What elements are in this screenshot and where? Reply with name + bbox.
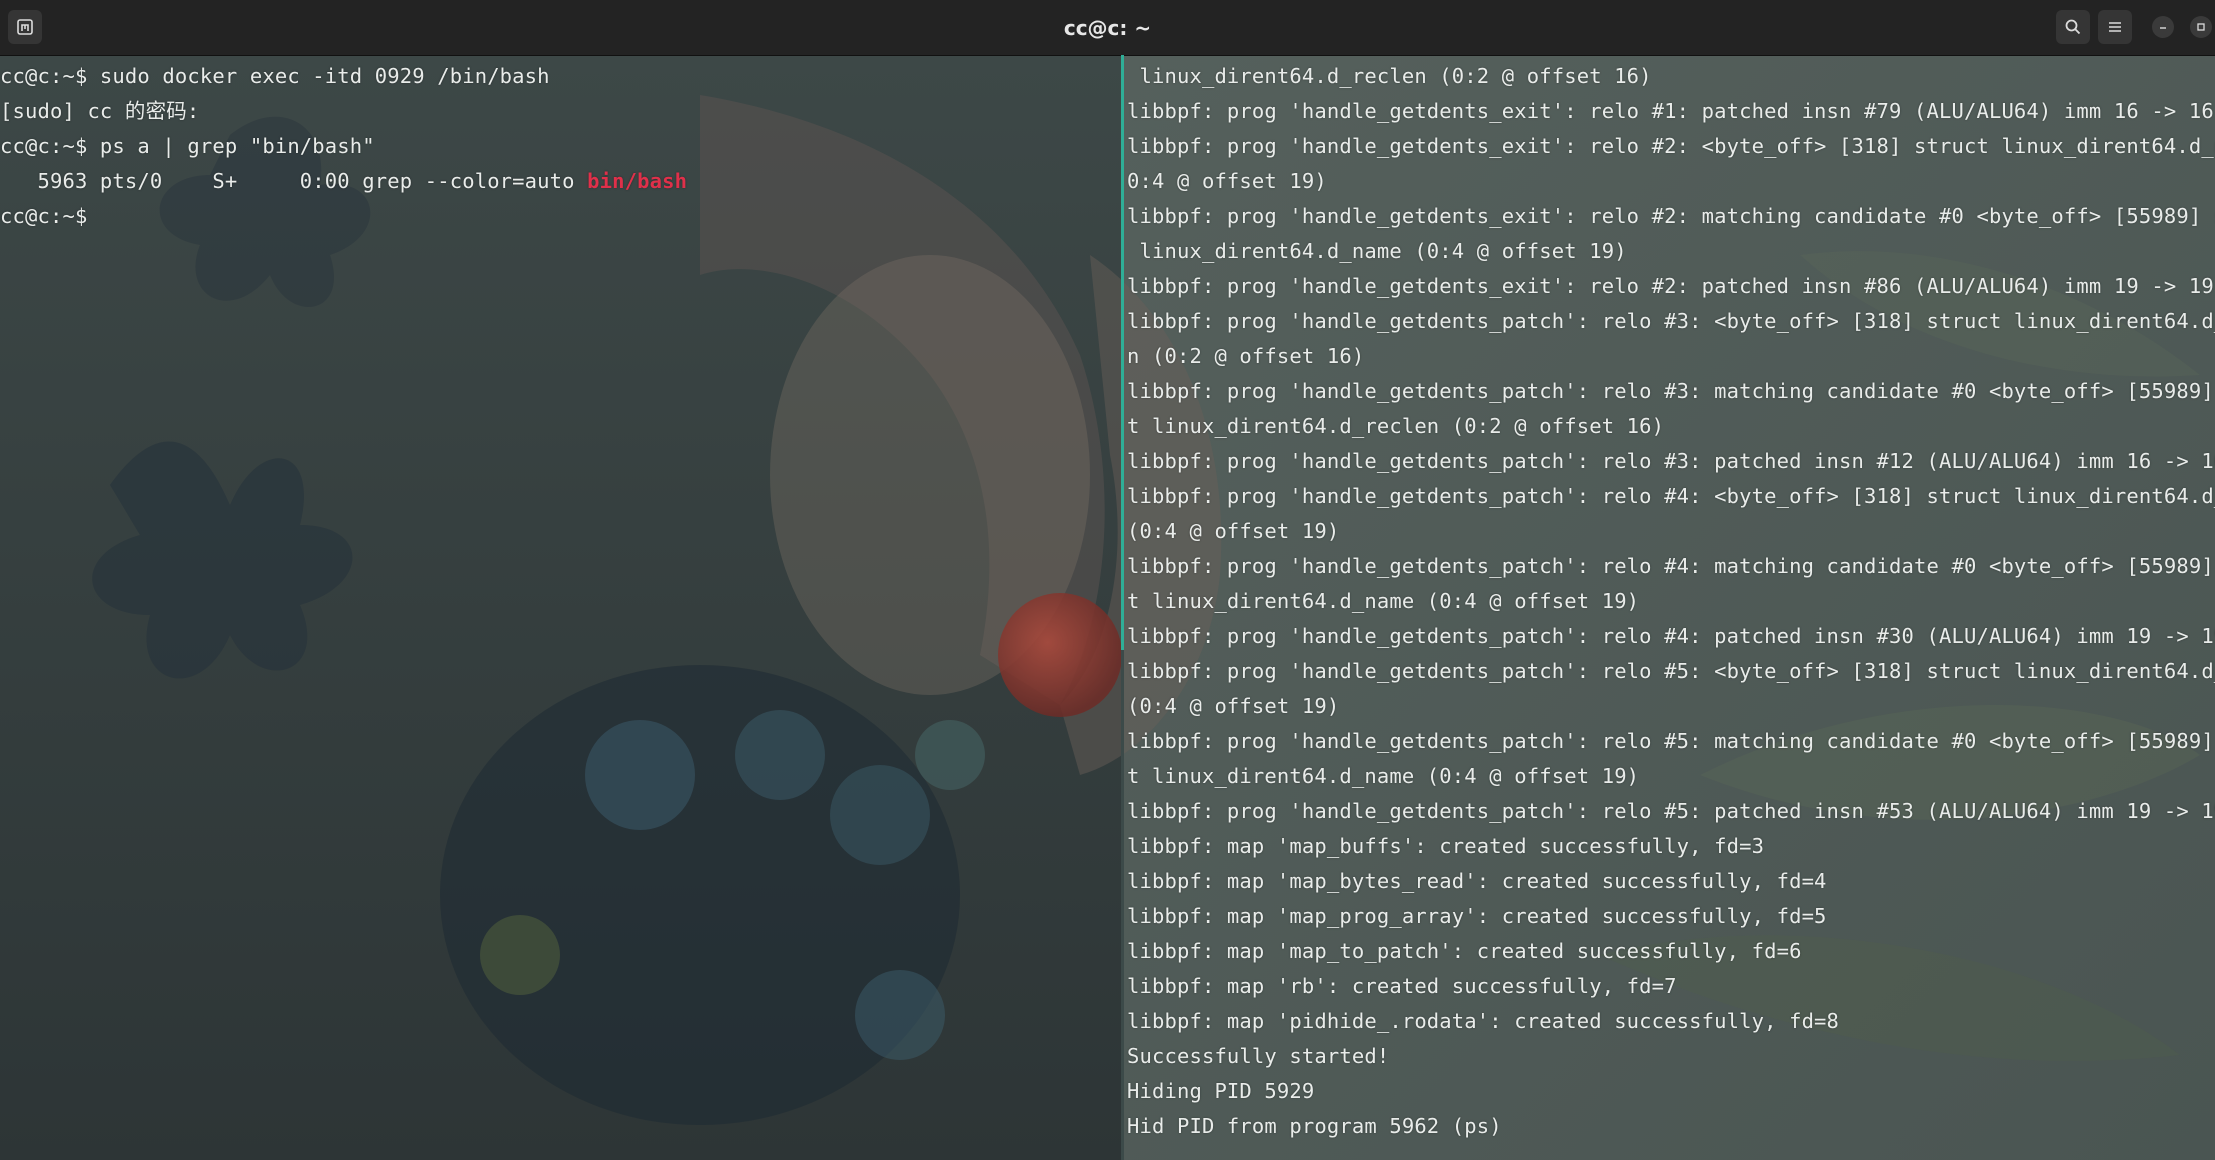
terminal-line: [sudo] cc 的密码: — [0, 99, 200, 123]
search-button[interactable] — [2056, 10, 2090, 44]
terminal-line: libbpf: prog 'handle_getdents_patch': re… — [1127, 799, 2215, 823]
terminal-line: libbpf: prog 'handle_getdents_patch': re… — [1127, 379, 2215, 403]
terminal-line: cc@c:~$ ps a | grep "bin/bash" — [0, 134, 375, 158]
terminal-line: t linux_dirent64.d_name (0:4 @ offset 19… — [1127, 764, 1640, 788]
terminal-line: t linux_dirent64.d_reclen (0:2 @ offset … — [1127, 414, 1665, 438]
maximize-icon — [2197, 23, 2205, 31]
terminal-line: libbpf: prog 'handle_getdents_patch': re… — [1127, 624, 2215, 648]
terminal-line: 0:4 @ offset 19) — [1127, 169, 1327, 193]
menu-button[interactable] — [2098, 10, 2132, 44]
minimize-icon — [2160, 27, 2166, 29]
terminal-line: libbpf: prog 'handle_getdents_patch': re… — [1127, 484, 2215, 508]
grep-output-text: 5963 pts/0 S+ 0:00 grep --color=auto — [0, 169, 588, 193]
new-tab-button[interactable] — [8, 10, 42, 44]
terminal-line: (0:4 @ offset 19) — [1127, 519, 1340, 543]
terminal-window: cc@c: ~ cc@c:~$ sudo docker exec -itd 09… — [0, 0, 2215, 1160]
terminal-line: libbpf: prog 'handle_getdents_patch': re… — [1127, 309, 2215, 333]
terminal-pane-left[interactable]: cc@c:~$ sudo docker exec -itd 0929 /bin/… — [0, 55, 1121, 1160]
terminal-pane-right[interactable]: linux_dirent64.d_reclen (0:2 @ offset 16… — [1124, 55, 2215, 1160]
grep-match-highlight: bin/bash — [587, 169, 688, 193]
terminal-line: libbpf: prog 'handle_getdents_exit': rel… — [1127, 204, 2215, 228]
terminal-line: libbpf: prog 'handle_getdents_patch': re… — [1127, 659, 2215, 683]
search-icon — [2065, 19, 2081, 35]
terminal-line: libbpf: prog 'handle_getdents_patch': re… — [1127, 729, 2215, 753]
maximize-button[interactable] — [2190, 16, 2212, 38]
terminal-line: cc@c:~$ sudo docker exec -itd 0929 /bin/… — [0, 64, 550, 88]
terminal-line: libbpf: prog 'handle_getdents_exit': rel… — [1127, 274, 2214, 298]
terminal-tab-icon — [17, 19, 33, 35]
terminal-line: libbpf: prog 'handle_getdents_patch': re… — [1127, 554, 2215, 578]
terminal-line: t linux_dirent64.d_name (0:4 @ offset 19… — [1127, 589, 1640, 613]
minimize-button[interactable] — [2152, 16, 2174, 38]
terminal-line: linux_dirent64.d_name (0:4 @ offset 19) — [1127, 239, 1627, 263]
terminal-line: libbpf: prog 'handle_getdents_exit': rel… — [1127, 134, 2215, 158]
terminal-line: Hid PID from program 5962 (ps) — [1127, 1114, 1502, 1138]
terminal-line: libbpf: map 'rb': created successfully, … — [1127, 974, 1677, 998]
terminal-line: libbpf: prog 'handle_getdents_exit': rel… — [1127, 99, 2214, 123]
terminal-line: linux_dirent64.d_reclen (0:2 @ offset 16… — [1127, 64, 1652, 88]
terminal-line: libbpf: map 'map_prog_array': created su… — [1127, 904, 1827, 928]
terminal-line: 5963 pts/0 S+ 0:00 grep --color=auto bin… — [0, 164, 1121, 199]
terminal-line: libbpf: map 'map_to_patch': created succ… — [1127, 939, 1802, 963]
hamburger-menu-icon — [2109, 22, 2121, 32]
terminal-line: Successfully started! — [1127, 1044, 1390, 1068]
terminal-line: libbpf: map 'pidhide_.rodata': created s… — [1127, 1009, 1840, 1033]
terminal-line: libbpf: prog 'handle_getdents_patch': re… — [1127, 449, 2215, 473]
terminal-line: Hiding PID 5929 — [1127, 1079, 1315, 1103]
title-bar: cc@c: ~ — [0, 0, 2215, 56]
window-title: cc@c: ~ — [1063, 15, 1152, 40]
terminal-line: n (0:2 @ offset 16) — [1127, 344, 1365, 368]
terminal-line: libbpf: map 'map_bytes_read': created su… — [1127, 869, 1827, 893]
terminal-prompt-line: cc@c:~$ — [0, 204, 100, 228]
terminal-line: (0:4 @ offset 19) — [1127, 694, 1340, 718]
terminal-line: libbpf: map 'map_buffs': created success… — [1127, 834, 1765, 858]
